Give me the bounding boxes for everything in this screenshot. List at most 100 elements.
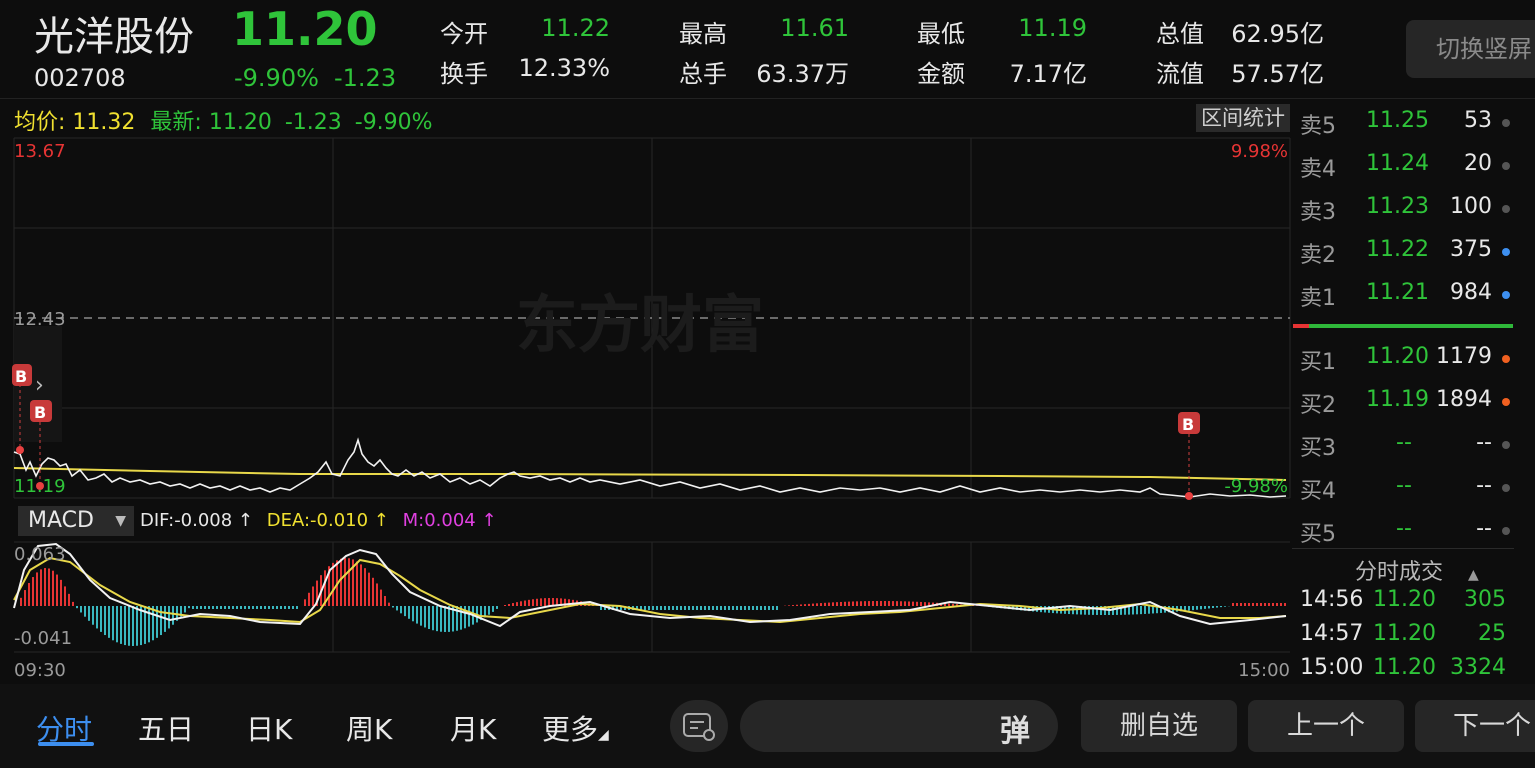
macd-bar [332,562,334,606]
intraday-chart[interactable]: 东方财富 › B B B 13.67 12.43 11.19 9.98% -9.… [0,136,1292,506]
macd-bar [428,606,430,629]
macd-bar [528,599,530,606]
ask-label: 卖3 [1300,200,1336,225]
ask-volume: 100 [1450,194,1492,219]
macd-bar [276,606,278,609]
bid-row[interactable]: 买2 11.19 1894 [1300,387,1510,418]
ask-dot [1502,248,1510,256]
indicator-select-label: MACD [28,508,94,533]
switch-portrait-button[interactable]: 切换竖屏 [1406,20,1535,78]
macd-bar [720,606,722,610]
macd-bar [700,606,702,610]
ask-label: 卖2 [1300,243,1336,268]
macd-bar [744,606,746,610]
macd-bar [196,606,198,609]
macd-bar [1284,603,1286,606]
more-corner-icon: ◢ [598,727,609,743]
macd-bar [416,606,418,624]
stat-volume-label: 总手 [679,60,727,88]
remove-watchlist-button[interactable]: 删自选 [1081,700,1237,752]
macd-bar [168,606,170,629]
ask-row[interactable]: 卖5 11.25 53 [1300,108,1510,139]
bid-row[interactable]: 买1 11.20 1179 [1300,344,1510,375]
ask-row[interactable]: 卖3 11.23 100 [1300,194,1510,225]
macd-bar [800,604,802,606]
pct-bottom-label: -9.98% [1224,476,1288,497]
bid-dot [1502,355,1510,363]
macd-bar [740,606,742,610]
bid-price: 11.20 [1366,344,1429,369]
macd-bar [900,601,902,606]
macd-bar [924,602,926,606]
macd-chart[interactable]: 0.063 -0.041 09:30 15:00 [0,540,1292,680]
macd-bar [716,606,718,610]
macd-bar [1224,606,1226,607]
bid-row[interactable]: 买4 -- -- [1300,473,1510,504]
macd-bar [76,606,78,609]
ask-label: 卖4 [1300,157,1336,182]
macd-m: M:0.004 ↑ [402,510,497,531]
macd-bar [1212,606,1214,609]
macd-bar [108,606,110,638]
tab-weekly-k[interactable]: 周K [346,708,392,748]
bid-row[interactable]: 买3 -- -- [1300,430,1510,461]
macd-bar [284,606,286,609]
watermark: 东方财富 [516,291,764,360]
bid-price: -- [1396,473,1412,498]
dif-line [13,542,1287,628]
trades-header[interactable]: 分时成交 ▲ [1355,554,1479,586]
macd-y-bottom-label: -0.041 [14,628,72,649]
prev-stock-button[interactable]: 上一个 [1248,700,1404,752]
avg-price-value: 11.32 [72,110,136,135]
macd-bar [368,572,370,606]
macd-values: DIF:-0.008 ↑ DEA:-0.010 ↑ M:0.004 ↑ [140,510,497,531]
tab-five-day[interactable]: 五日 [138,708,194,748]
macd-bar [432,606,434,631]
macd-bar [140,606,142,646]
macd-bar [100,606,102,632]
stat-open-value: 11.22 [541,14,610,42]
tab-monthly-k[interactable]: 月K [450,708,496,748]
macd-bar [48,568,50,606]
macd-bar [356,561,358,606]
macd-bar [1208,606,1210,609]
macd-bar [1240,603,1242,606]
bid-row[interactable]: 买5 -- -- [1300,516,1510,547]
ask-row[interactable]: 卖2 11.22 375 [1300,237,1510,268]
next-stock-button[interactable]: 下一个 [1415,700,1535,752]
ask-price: 11.21 [1366,280,1429,305]
buy-marker[interactable]: B [1178,412,1200,500]
macd-bar [668,606,670,610]
macd-bar [404,606,406,617]
macd-bar [1248,603,1250,606]
macd-bar [728,606,730,610]
trades-header-label: 分时成交 [1355,560,1444,585]
macd-bar [400,606,402,614]
macd-bar [880,601,882,606]
tab-daily-k[interactable]: 日K [246,708,292,748]
macd-bar [764,606,766,610]
ask-row[interactable]: 卖4 11.24 20 [1300,151,1510,182]
indicator-select[interactable]: MACD ▼ [18,506,134,536]
macd-bar [364,568,366,606]
bid-dot [1502,527,1510,535]
macd-bar [772,606,774,610]
chevron-right-icon[interactable]: › [35,373,44,398]
macd-bar [856,601,858,606]
macd-bar [388,602,390,606]
memo-button[interactable] [670,700,728,752]
macd-bar [72,601,74,606]
ask-row[interactable]: 卖1 11.21 984 [1300,280,1510,311]
macd-bar [272,606,274,609]
macd-bar [308,592,310,606]
bid-volume: 1179 [1436,344,1492,369]
macd-bar [84,606,86,617]
danmu-toggle-icon[interactable]: 弹 [1000,706,1030,750]
current-price: 11.20 [232,2,378,56]
range-stats-button[interactable]: 区间统计 [1196,104,1290,132]
macd-bar [852,601,854,606]
price-line [13,437,1287,498]
header-divider [0,98,1535,99]
tab-more[interactable]: 更多◢ [542,708,609,748]
macd-bar [184,606,186,613]
